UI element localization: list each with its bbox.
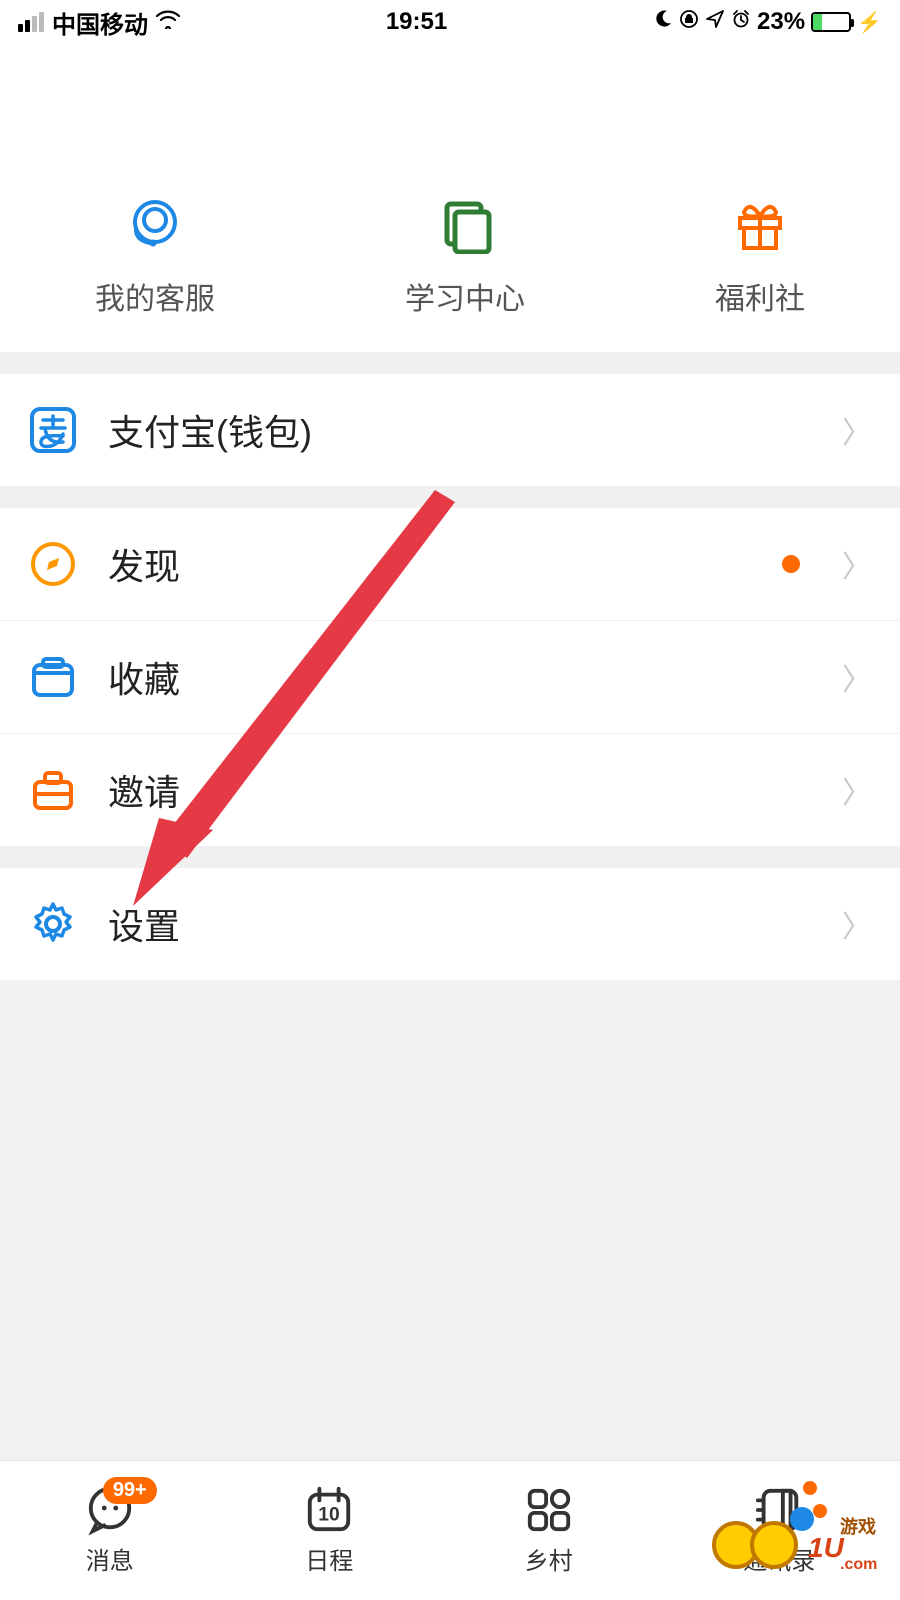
badge: 99+ [103,1477,157,1504]
folder-icon [28,652,78,702]
wifi-icon [156,9,180,35]
alipay-icon [28,405,78,455]
status-right: 23% ⚡ [653,8,882,36]
briefcase-icon [28,765,78,815]
tab-label: 乡村 [525,1541,573,1576]
moon-icon [653,8,673,36]
menu-label: 收藏 [108,651,812,703]
battery-percent: 23% [757,8,805,36]
book-icon [433,192,497,256]
chevron-right-icon: 〉 [842,768,872,812]
separator [0,486,900,508]
watermark-logo: 1U .com 游戏 [710,1497,890,1582]
chevron-right-icon: 〉 [842,542,872,586]
separator [0,352,900,374]
status-left: 中国移动 [18,5,180,40]
menu-discover[interactable]: 发现 〉 [0,508,900,620]
carrier-label: 中国移动 [52,5,148,40]
headset-icon [123,192,187,256]
menu-label: 邀请 [108,764,812,816]
charging-icon: ⚡ [857,10,882,35]
signal-icon [18,12,44,32]
notification-dot [782,555,800,573]
menu-alipay[interactable]: 支付宝(钱包) 〉 [0,374,900,486]
chevron-right-icon: 〉 [842,655,872,699]
svg-text:10: 10 [319,1505,340,1526]
tab-calendar[interactable]: 10 日程 [304,1485,354,1576]
qa-label: 福利社 [715,274,805,318]
menu-settings[interactable]: 设置 〉 [0,868,900,980]
menu-label: 设置 [108,898,812,950]
qa-learning-center[interactable]: 学习中心 [405,192,525,318]
menu-invite[interactable]: 邀请 〉 [0,733,900,846]
calendar-icon: 10 [304,1485,354,1535]
tab-messages[interactable]: 99+ 消息 [85,1485,135,1576]
qa-label: 学习中心 [405,274,525,318]
tab-label: 消息 [86,1541,134,1576]
location-icon [705,8,725,36]
tab-village[interactable]: 乡村 [524,1485,574,1576]
gear-icon [28,899,78,949]
compass-icon [28,539,78,589]
notification-dot [803,1481,817,1495]
menu-label: 发现 [108,538,752,590]
header-blank [0,44,900,172]
lock-rotation-icon [679,8,699,36]
gift-icon [728,192,792,256]
svg-text:.com: .com [840,1556,877,1573]
battery-icon [811,12,851,32]
svg-text:游戏: 游戏 [840,1516,876,1537]
menu-favorites[interactable]: 收藏 〉 [0,620,900,733]
chevron-right-icon: 〉 [842,902,872,946]
qa-benefits[interactable]: 福利社 [715,192,805,318]
status-bar: 中国移动 19:51 23% ⚡ [0,0,900,44]
grid-icon [524,1485,574,1535]
quick-actions: 我的客服 学习中心 福利社 [0,172,900,352]
chevron-right-icon: 〉 [842,408,872,452]
alarm-icon [731,8,751,36]
separator [0,846,900,868]
qa-customer-service[interactable]: 我的客服 [95,192,215,318]
qa-label: 我的客服 [95,274,215,318]
menu-label: 支付宝(钱包) [108,404,812,456]
tab-label: 日程 [305,1541,353,1576]
clock: 19:51 [386,8,447,36]
